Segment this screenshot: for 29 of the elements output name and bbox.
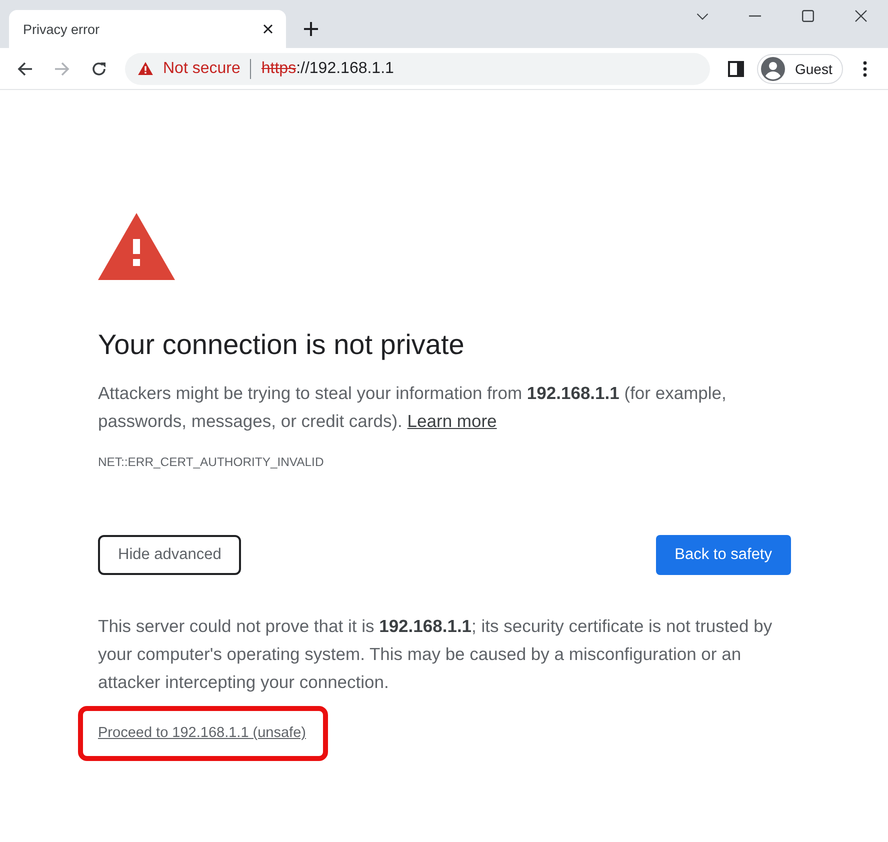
side-panel-icon[interactable]	[728, 60, 744, 76]
details-text: This server could not prove that it is 192.168.1.1; its security certificate is not trusted by your computer's operating system. This may be caused by a misconfiguration or an attacker intercepting your connection.	[98, 615, 774, 694]
tab-title: Privacy error	[23, 22, 101, 36]
plus-icon[interactable]	[304, 22, 318, 36]
advanced-button[interactable]: Hide advanced	[98, 535, 242, 575]
url-text: https://192.168.1.1	[261, 60, 394, 78]
menu-icon[interactable]	[863, 60, 868, 76]
error-code: NET::ERR_CERT_AUTHORITY_INVALID	[98, 454, 325, 470]
warning-icon	[98, 213, 175, 280]
avatar-icon	[761, 56, 785, 80]
proceed-link[interactable]: Proceed to 192.168.1.1 (unsafe)	[98, 723, 306, 744]
security-label: Not secure	[163, 60, 240, 78]
profile-button[interactable]: Guest	[757, 54, 844, 84]
arrow-left-icon	[17, 60, 33, 76]
learn-more-link[interactable]: Learn more	[407, 411, 497, 431]
close-icon[interactable]	[855, 10, 867, 22]
maximize-icon[interactable]	[802, 10, 814, 22]
reload-icon	[91, 60, 107, 76]
arrow-right-icon	[54, 60, 70, 76]
warning-icon	[138, 62, 153, 75]
browser-tab[interactable]: Privacy error	[9, 10, 286, 48]
chevron-down-icon[interactable]	[696, 12, 709, 20]
summary-text: Attackers might be trying to steal your information from 192.168.1.1 (for example, passwords, messages, or credit cards). Learn more	[98, 382, 728, 433]
back-to-safety-button[interactable]: Back to safety	[656, 535, 791, 575]
minimize-icon[interactable]	[749, 15, 761, 17]
security-chip[interactable]: Not secure	[138, 60, 240, 78]
address-bar[interactable]: Not secure https://192.168.1.1	[125, 52, 710, 84]
page-heading: Your connection is not private	[98, 329, 466, 361]
close-icon[interactable]	[263, 24, 273, 34]
